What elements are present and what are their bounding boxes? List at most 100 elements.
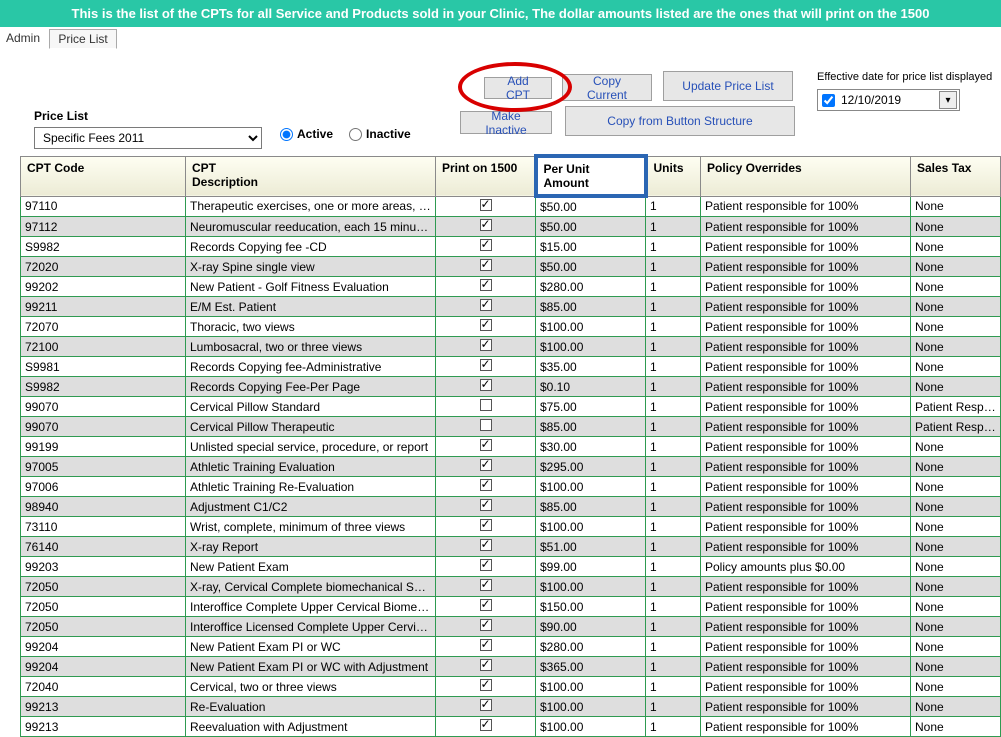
cell-cpt-desc[interactable]: New Patient Exam PI or WC <box>186 637 436 657</box>
cell-policy[interactable]: Patient responsible for 100% <box>701 257 911 277</box>
cell-sales-tax[interactable]: None <box>911 597 1001 617</box>
print-checkbox[interactable] <box>480 679 492 691</box>
cell-print-1500[interactable] <box>436 437 536 457</box>
table-row[interactable]: 72040Cervical, two or three views$100.00… <box>21 677 1001 697</box>
cell-cpt-desc[interactable]: Cervical Pillow Therapeutic <box>186 417 436 437</box>
cell-cpt-code[interactable]: 97006 <box>21 477 186 497</box>
cell-print-1500[interactable] <box>436 297 536 317</box>
breadcrumb-admin[interactable]: Admin <box>6 31 40 45</box>
cell-sales-tax[interactable]: None <box>911 577 1001 597</box>
table-row[interactable]: 73110Wrist, complete, minimum of three v… <box>21 517 1001 537</box>
cell-cpt-code[interactable]: 99213 <box>21 697 186 717</box>
cell-policy[interactable]: Patient responsible for 100% <box>701 217 911 237</box>
print-checkbox[interactable] <box>480 419 492 431</box>
cell-cpt-code[interactable]: 73110 <box>21 517 186 537</box>
cell-cpt-desc[interactable]: Wrist, complete, minimum of three views <box>186 517 436 537</box>
cell-cpt-code[interactable]: 99199 <box>21 437 186 457</box>
cell-print-1500[interactable] <box>436 717 536 737</box>
cell-cpt-code[interactable]: 98940 <box>21 497 186 517</box>
cell-cpt-code[interactable]: 97110 <box>21 196 186 217</box>
cell-policy[interactable]: Patient responsible for 100% <box>701 417 911 437</box>
cell-units[interactable]: 1 <box>646 237 701 257</box>
cell-per-unit-amount[interactable]: $30.00 <box>536 437 646 457</box>
table-row[interactable]: 72050Interoffice Complete Upper Cervical… <box>21 597 1001 617</box>
table-row[interactable]: 72050X-ray, Cervical Complete biomechani… <box>21 577 1001 597</box>
print-checkbox[interactable] <box>480 219 492 231</box>
print-checkbox[interactable] <box>480 519 492 531</box>
inactive-radio-label[interactable]: Inactive <box>349 127 411 141</box>
cell-sales-tax[interactable]: None <box>911 677 1001 697</box>
cell-cpt-code[interactable]: 76140 <box>21 537 186 557</box>
cell-policy[interactable]: Patient responsible for 100% <box>701 517 911 537</box>
cell-cpt-code[interactable]: 72020 <box>21 257 186 277</box>
cell-cpt-code[interactable]: 72100 <box>21 337 186 357</box>
cell-per-unit-amount[interactable]: $100.00 <box>536 337 646 357</box>
cell-sales-tax[interactable]: None <box>911 357 1001 377</box>
cell-cpt-code[interactable]: 99204 <box>21 637 186 657</box>
cell-print-1500[interactable] <box>436 677 536 697</box>
cell-cpt-desc[interactable]: X-ray Spine single view <box>186 257 436 277</box>
cell-policy[interactable]: Patient responsible for 100% <box>701 617 911 637</box>
effective-date-picker[interactable]: 12/10/2019 ▾ <box>817 89 960 111</box>
cell-sales-tax[interactable]: None <box>911 637 1001 657</box>
cell-cpt-code[interactable]: S9982 <box>21 237 186 257</box>
cell-policy[interactable]: Patient responsible for 100% <box>701 196 911 217</box>
cell-cpt-desc[interactable]: Records Copying Fee-Per Page <box>186 377 436 397</box>
cell-policy[interactable]: Patient responsible for 100% <box>701 637 911 657</box>
cell-per-unit-amount[interactable]: $85.00 <box>536 297 646 317</box>
cell-units[interactable]: 1 <box>646 497 701 517</box>
table-row[interactable]: 97005Athletic Training Evaluation$295.00… <box>21 457 1001 477</box>
cell-sales-tax[interactable]: None <box>911 557 1001 577</box>
cell-units[interactable]: 1 <box>646 297 701 317</box>
print-checkbox[interactable] <box>480 259 492 271</box>
cell-cpt-code[interactable]: 99211 <box>21 297 186 317</box>
cell-print-1500[interactable] <box>436 257 536 277</box>
cell-cpt-code[interactable]: S9981 <box>21 357 186 377</box>
effective-date-value[interactable]: 12/10/2019 <box>839 92 929 108</box>
print-checkbox[interactable] <box>480 539 492 551</box>
print-checkbox[interactable] <box>480 359 492 371</box>
cell-print-1500[interactable] <box>436 697 536 717</box>
cell-sales-tax[interactable]: None <box>911 517 1001 537</box>
cell-sales-tax[interactable]: None <box>911 697 1001 717</box>
cell-cpt-code[interactable]: 99070 <box>21 397 186 417</box>
cell-cpt-desc[interactable]: Adjustment C1/C2 <box>186 497 436 517</box>
cell-sales-tax[interactable]: None <box>911 497 1001 517</box>
cell-policy[interactable]: Patient responsible for 100% <box>701 577 911 597</box>
cell-policy[interactable]: Patient responsible for 100% <box>701 277 911 297</box>
cell-print-1500[interactable] <box>436 397 536 417</box>
col-per-unit-amount[interactable]: Per Unit Amount <box>536 156 646 196</box>
table-row[interactable]: 99202New Patient - Golf Fitness Evaluati… <box>21 277 1001 297</box>
cell-cpt-code[interactable]: 72050+ <box>21 617 186 637</box>
cell-per-unit-amount[interactable]: $85.00 <box>536 417 646 437</box>
cell-sales-tax[interactable]: None <box>911 377 1001 397</box>
cell-units[interactable]: 1 <box>646 277 701 297</box>
cell-cpt-desc[interactable]: X-ray Report <box>186 537 436 557</box>
calendar-icon[interactable]: ▾ <box>939 91 957 109</box>
cell-cpt-desc[interactable]: Records Copying fee-Administrative <box>186 357 436 377</box>
print-checkbox[interactable] <box>480 299 492 311</box>
cell-per-unit-amount[interactable]: $280.00 <box>536 277 646 297</box>
cell-print-1500[interactable] <box>436 637 536 657</box>
cell-cpt-code[interactable]: 99213+ <box>21 717 186 737</box>
cell-units[interactable]: 1 <box>646 517 701 537</box>
cell-units[interactable]: 1 <box>646 437 701 457</box>
cell-print-1500[interactable] <box>436 237 536 257</box>
col-cpt-code[interactable]: CPT Code <box>21 156 186 196</box>
cell-units[interactable]: 1 <box>646 357 701 377</box>
copy-from-button-structure-button[interactable]: Copy from Button Structure <box>565 106 795 136</box>
add-cpt-button[interactable]: Add CPT <box>484 77 552 99</box>
print-checkbox[interactable] <box>480 239 492 251</box>
price-list-select[interactable]: Specific Fees 2011 <box>34 127 262 149</box>
cell-units[interactable]: 1 <box>646 537 701 557</box>
cell-cpt-code[interactable]: 97005 <box>21 457 186 477</box>
cell-cpt-desc[interactable]: E/M Est. Patient <box>186 297 436 317</box>
table-row[interactable]: 99199Unlisted special service, procedure… <box>21 437 1001 457</box>
cell-cpt-code[interactable]: 99204+ <box>21 657 186 677</box>
cell-cpt-desc[interactable]: Therapeutic exercises, one or more areas… <box>186 196 436 217</box>
cell-per-unit-amount[interactable]: $50.00 <box>536 196 646 217</box>
cell-sales-tax[interactable]: None <box>911 617 1001 637</box>
cell-policy[interactable]: Patient responsible for 100% <box>701 677 911 697</box>
cell-cpt-desc[interactable]: Unlisted special service, procedure, or … <box>186 437 436 457</box>
cell-policy[interactable]: Patient responsible for 100% <box>701 657 911 677</box>
